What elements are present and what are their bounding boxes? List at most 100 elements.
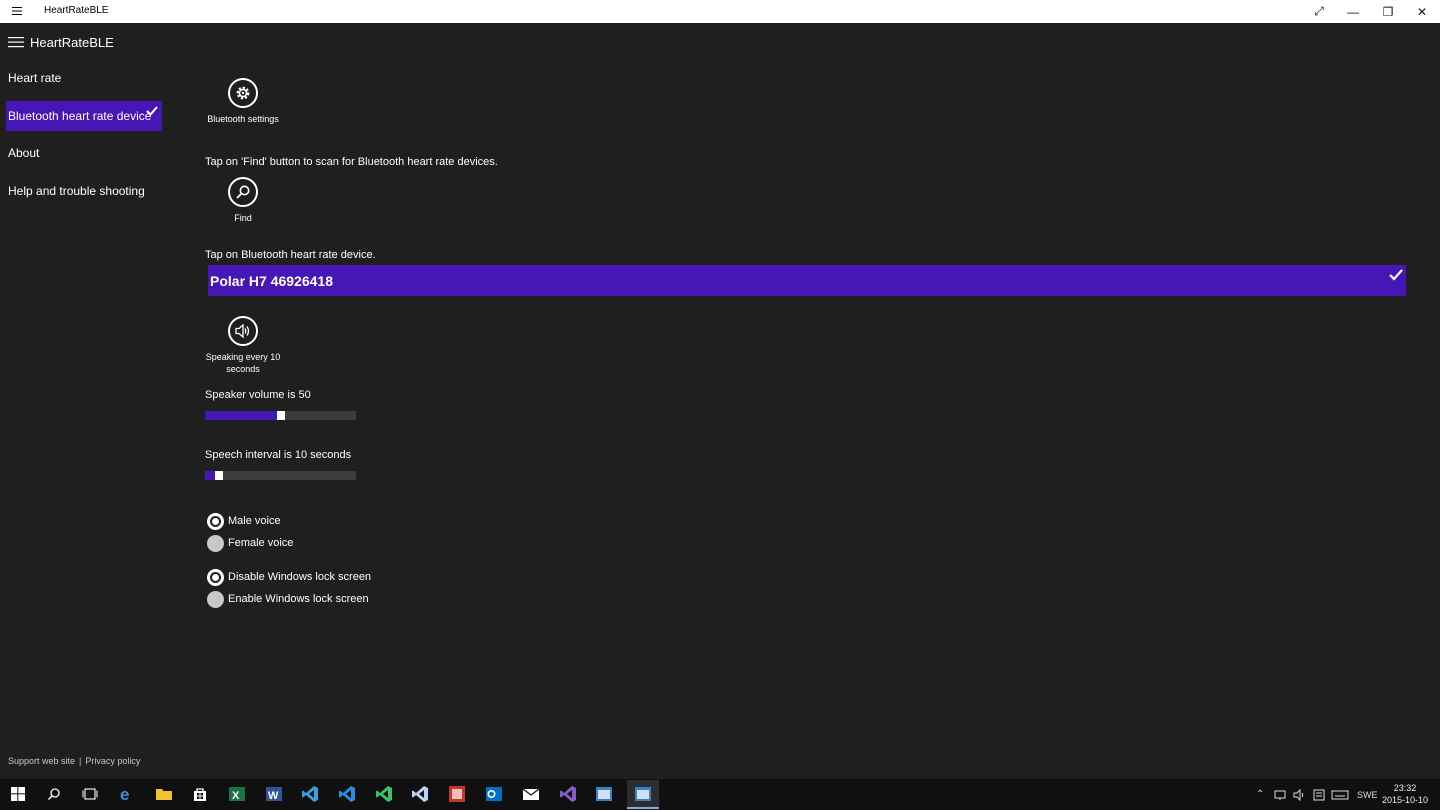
start-button[interactable] bbox=[6, 783, 30, 805]
visual-studio-blue-icon bbox=[302, 786, 318, 802]
nav-item-help[interactable]: Help and trouble shooting bbox=[6, 176, 162, 206]
clock-date: 2015-10-10 bbox=[1381, 795, 1429, 805]
expand-icon: ⤢ bbox=[1314, 4, 1324, 18]
notification-icon[interactable] bbox=[1312, 789, 1326, 801]
nav-item-heart-rate[interactable]: Heart rate bbox=[6, 63, 162, 93]
volume-slider-fill bbox=[205, 411, 277, 420]
volume-slider-thumb[interactable] bbox=[277, 411, 285, 420]
windows-logo-icon bbox=[11, 787, 25, 801]
taskbar-app-excel[interactable]: X bbox=[225, 783, 249, 805]
footer-separator: | bbox=[79, 756, 82, 766]
checkmark-icon bbox=[146, 106, 158, 116]
nav-item-label: Bluetooth heart rate device bbox=[8, 109, 152, 123]
chevron-up-icon[interactable]: ⌃ bbox=[1256, 789, 1270, 800]
device-list-item[interactable]: Polar H7 46926418 bbox=[208, 265, 1406, 296]
store-bag-icon bbox=[194, 788, 206, 801]
system-tray: ⌃ SWE bbox=[1256, 779, 1378, 810]
taskbar-app-pdf[interactable] bbox=[445, 783, 469, 805]
checkmark-icon bbox=[1389, 269, 1403, 281]
taskbar-app-mail[interactable] bbox=[519, 783, 543, 805]
mail-icon bbox=[522, 788, 540, 800]
svg-text:X: X bbox=[232, 790, 240, 802]
taskbar-app-window[interactable] bbox=[592, 783, 616, 805]
hamburger-icon[interactable] bbox=[8, 36, 24, 48]
support-link[interactable]: Support web site bbox=[8, 756, 75, 766]
outlook-icon bbox=[486, 787, 502, 801]
taskbar-app-explorer[interactable] bbox=[152, 783, 176, 805]
word-icon: W bbox=[266, 787, 282, 802]
male-voice-radio[interactable]: Male voice bbox=[207, 512, 281, 530]
task-view-button[interactable] bbox=[78, 783, 102, 805]
footer-links: Support web site | Privacy policy bbox=[8, 756, 140, 766]
radio-label: Female voice bbox=[228, 537, 294, 549]
taskbar-app-vs-purple[interactable] bbox=[556, 783, 580, 805]
taskbar-app-store[interactable] bbox=[188, 783, 212, 805]
taskbar-app-heartrateble[interactable] bbox=[627, 780, 659, 809]
taskbar-app-vs-white[interactable] bbox=[408, 783, 432, 805]
task-view-icon bbox=[82, 788, 98, 800]
taskbar-app-vs-code[interactable] bbox=[335, 783, 359, 805]
minimize-icon: — bbox=[1347, 4, 1359, 19]
taskbar-app-vs-blue[interactable] bbox=[298, 783, 322, 805]
find-label: Find bbox=[234, 213, 252, 223]
volume-slider[interactable] bbox=[205, 411, 356, 420]
nav-item-bluetooth-device[interactable]: Bluetooth heart rate device bbox=[6, 101, 162, 131]
nav-item-about[interactable]: About bbox=[6, 138, 162, 168]
edge-browser-icon: e bbox=[120, 785, 129, 803]
visual-studio-green-icon bbox=[376, 786, 392, 802]
menu-icon[interactable] bbox=[12, 6, 22, 16]
search-icon bbox=[48, 788, 60, 800]
pdf-reader-icon bbox=[449, 786, 465, 802]
device-name: Polar H7 46926418 bbox=[210, 272, 333, 289]
find-button[interactable] bbox=[228, 177, 258, 207]
fullscreen-button[interactable]: ⤢ bbox=[1302, 0, 1336, 23]
excel-icon: X bbox=[229, 787, 245, 802]
radio-circle[interactable] bbox=[207, 568, 224, 586]
speaker-icon bbox=[235, 323, 250, 339]
taskbar-app-edge[interactable]: e bbox=[115, 783, 139, 805]
clock-time: 23:32 bbox=[1393, 783, 1417, 793]
taskbar-app-vs-green[interactable] bbox=[372, 783, 396, 805]
network-icon[interactable] bbox=[1274, 789, 1288, 801]
radio-circle[interactable] bbox=[207, 590, 224, 608]
privacy-link[interactable]: Privacy policy bbox=[85, 756, 140, 766]
female-voice-radio[interactable]: Female voice bbox=[207, 534, 293, 552]
visual-studio-code-icon bbox=[339, 786, 355, 802]
svg-text:W: W bbox=[268, 790, 279, 802]
interval-slider[interactable] bbox=[205, 471, 356, 480]
nav-item-label: Heart rate bbox=[8, 71, 62, 85]
taskbar: e X W ⌃ SWE 23:32 2015-10-10 bbox=[0, 779, 1440, 810]
app-name: HeartRateBLE bbox=[30, 34, 114, 50]
taskbar-search-button[interactable] bbox=[42, 783, 66, 805]
disable-lock-screen-radio[interactable]: Disable Windows lock screen bbox=[207, 568, 371, 586]
speaking-toggle-button[interactable] bbox=[228, 316, 258, 346]
radio-circle[interactable] bbox=[207, 512, 224, 530]
radio-label: Enable Windows lock screen bbox=[228, 593, 369, 605]
nav-item-label: About bbox=[8, 146, 40, 160]
taskbar-app-word[interactable]: W bbox=[262, 783, 286, 805]
volume-icon[interactable] bbox=[1293, 788, 1307, 801]
volume-label: Speaker volume is 50 bbox=[205, 389, 311, 401]
close-icon: ✕ bbox=[1416, 4, 1428, 19]
close-button[interactable]: ✕ bbox=[1405, 0, 1439, 23]
svg-text:e: e bbox=[120, 785, 129, 803]
title-bar: HeartRateBLE ⤢ — ❐ ✕ bbox=[0, 0, 1440, 23]
restore-button[interactable]: ❐ bbox=[1371, 0, 1405, 23]
interval-slider-thumb[interactable] bbox=[215, 471, 223, 480]
keyboard-icon[interactable] bbox=[1331, 789, 1349, 801]
radio-circle[interactable] bbox=[207, 534, 224, 552]
interval-label: Speech interval is 10 seconds bbox=[205, 449, 352, 461]
enable-lock-screen-radio[interactable]: Enable Windows lock screen bbox=[207, 590, 369, 608]
nav-header[interactable]: HeartRateBLE bbox=[8, 33, 114, 51]
app-window-icon bbox=[635, 786, 651, 801]
visual-studio-white-icon bbox=[412, 786, 428, 802]
interval-slider-fill bbox=[205, 471, 215, 480]
input-language[interactable]: SWE bbox=[1357, 790, 1378, 800]
taskbar-app-outlook[interactable] bbox=[482, 783, 506, 805]
bluetooth-settings-button[interactable] bbox=[228, 78, 258, 108]
folder-icon bbox=[156, 789, 172, 800]
clock[interactable]: 23:32 2015-10-10 bbox=[1380, 782, 1430, 806]
radio-label: Disable Windows lock screen bbox=[228, 571, 372, 583]
restore-icon: ❐ bbox=[1382, 4, 1394, 19]
minimize-button[interactable]: — bbox=[1336, 0, 1370, 23]
